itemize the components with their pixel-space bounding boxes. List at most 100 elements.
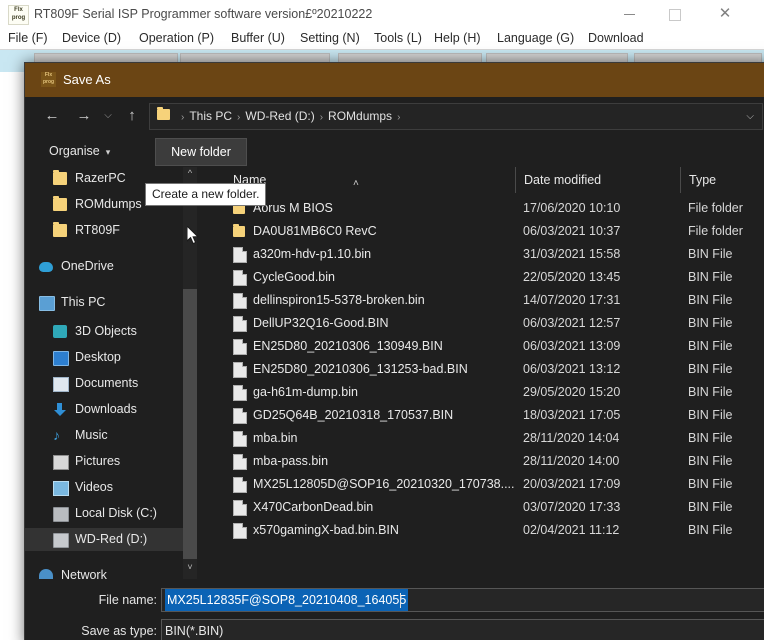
tree-item-pictures[interactable]: Pictures <box>25 450 197 473</box>
breadcrumb-item-wd-red-d-[interactable]: WD-Red (D:) <box>245 109 314 123</box>
menu-item-operation[interactable]: Operation (P) <box>139 28 214 49</box>
date-modified-cell: 14/07/2020 17:31 <box>523 293 621 307</box>
maximize-icon <box>669 8 681 21</box>
column-header-type[interactable]: Type <box>680 167 764 193</box>
tree-scroll-down-icon[interactable]: ˅ <box>183 559 197 575</box>
file-name-cell: mba-pass.bin <box>253 454 329 468</box>
tree-scroll-up-icon[interactable]: ^ <box>183 165 197 181</box>
close-button[interactable]: ✕ <box>702 0 748 28</box>
file-name-cell: mba.bin <box>253 431 298 445</box>
menu-item-buffer[interactable]: Buffer (U) <box>231 28 285 49</box>
type-cell: BIN File <box>688 362 733 376</box>
tree-item-this-pc[interactable]: This PC <box>25 291 197 314</box>
menu-item-help[interactable]: Help (H) <box>434 28 481 49</box>
table-row[interactable]: ga-h61m-dump.bin 29/05/2020 15:20 BIN File <box>205 381 764 404</box>
navigation-bar: ← → ⌵ ↑ › This PC › WD-Red (D:) › ROMdumps › ⌵ <box>25 97 764 135</box>
table-row[interactable]: EN25D80_20210306_131253-bad.BIN 06/03/202… <box>205 358 764 381</box>
file-name-input[interactable]: MX25L12835F@SOP8_20210408_164055 <box>161 588 764 612</box>
menu-item-tools[interactable]: Tools (L) <box>374 28 422 49</box>
tree-item-videos[interactable]: Videos <box>25 476 197 499</box>
type-cell: BIN File <box>688 247 733 261</box>
menu-item-device[interactable]: Device (D) <box>62 28 121 49</box>
table-row[interactable]: dellinspiron15-5378-broken.bin 14/07/2020… <box>205 289 764 312</box>
type-cell: File folder <box>688 201 743 215</box>
menu-item-setting[interactable]: Setting (N) <box>300 28 360 49</box>
file-name-cell: dellinspiron15-5378-broken.bin <box>253 293 425 307</box>
maximize-button[interactable] <box>652 0 698 28</box>
tree-item-desktop[interactable]: Desktop <box>25 346 197 369</box>
table-row[interactable]: DellUP32Q16-Good.BIN 06/03/2021 12:57 BIN … <box>205 312 764 335</box>
tree-item-downloads[interactable]: Downloads <box>25 398 197 421</box>
table-row[interactable]: X470CarbonDead.bin 03/07/2020 17:33 BIN Fi… <box>205 496 764 519</box>
sort-ascending-icon: ˄ <box>353 178 359 189</box>
tree-item-rt809f[interactable]: RT809F <box>25 219 197 242</box>
file-name-value: MX25L12835F@SOP8_20210408_164055 <box>165 589 409 611</box>
table-row[interactable]: MX25L12805D@SOP16_20210320_170738.... 20/… <box>205 473 764 496</box>
back-button[interactable]: ← <box>41 105 63 127</box>
save-as-type-value: BIN(*.BIN) <box>165 624 224 638</box>
menu-item-file[interactable]: File (F) <box>8 28 48 49</box>
network-drive-icon <box>53 533 69 548</box>
tree-scrollbar-thumb[interactable] <box>183 289 197 559</box>
tree-item-music[interactable]: ♪ Music <box>25 424 197 447</box>
folder-icon <box>53 222 67 237</box>
organise-button[interactable]: Organise ▾ <box>49 139 110 163</box>
date-modified-cell: 20/03/2021 17:09 <box>523 477 621 491</box>
tree-item-local-disk-c[interactable]: Local Disk (C:) <box>25 502 197 525</box>
save-as-type-label: Save as type: <box>81 624 157 638</box>
forward-button[interactable]: → <box>73 105 95 127</box>
recent-locations-chevron-icon[interactable]: ⌵ <box>99 105 117 127</box>
tree-item-label: Videos <box>75 480 113 494</box>
new-folder-button[interactable]: New folder <box>155 138 247 166</box>
breadcrumb-separator: › <box>237 112 241 123</box>
table-row[interactable]: x570gamingX-bad.bin.BIN 02/04/2021 11:12 B… <box>205 519 764 542</box>
new-folder-tooltip: Create a new folder. <box>145 183 267 206</box>
breadcrumb-item-romdumps[interactable]: ROMdumps <box>328 109 392 123</box>
dialog-icon-text-top: Flx <box>44 72 53 78</box>
file-icon <box>233 385 247 401</box>
date-modified-cell: 06/03/2021 13:12 <box>523 362 621 376</box>
file-name-cell: DellUP32Q16-Good.BIN <box>253 316 389 330</box>
tree-item-wd-red-d[interactable]: WD-Red (D:) <box>25 528 197 551</box>
tree-item-label: Local Disk (C:) <box>75 506 157 520</box>
dialog-icon-text-bottom: prog <box>42 79 55 85</box>
tree-item-documents[interactable]: Documents <box>25 372 197 395</box>
tree-item-label: This PC <box>61 295 106 309</box>
save-as-type-select[interactable]: BIN(*.BIN) <box>161 619 764 640</box>
date-modified-cell: 28/11/2020 14:00 <box>523 454 620 468</box>
dialog-title: Save As <box>63 72 111 87</box>
table-row[interactable]: a320m-hdv-p1.10.bin 31/03/2021 15:58 BIN F… <box>205 243 764 266</box>
file-name-cell: EN25D80_20210306_131253-bad.BIN <box>253 362 468 376</box>
file-icon <box>233 500 247 516</box>
tree-item-label: Downloads <box>75 402 137 416</box>
app-title: RT809F Serial ISP Programmer software ve… <box>34 7 373 21</box>
table-row[interactable]: GD25Q64B_20210318_170537.BIN 18/03/2021 1… <box>205 404 764 427</box>
column-header-date-modified[interactable]: Date modified <box>515 167 680 193</box>
table-row[interactable]: mba.bin 28/11/2020 14:04 BIN File <box>205 427 764 450</box>
table-row[interactable]: DA0U81MB6C0 RevC 06/03/2021 10:37 File fol… <box>205 220 764 243</box>
date-modified-cell: 29/05/2020 15:20 <box>523 385 621 399</box>
up-button[interactable]: ↑ <box>121 105 143 127</box>
minimize-button[interactable] <box>606 0 652 28</box>
address-bar[interactable]: › This PC › WD-Red (D:) › ROMdumps › ⌵ <box>149 103 763 130</box>
app-icon-text-bottom: prog <box>11 15 26 21</box>
menu-item-download[interactable]: Download <box>588 28 644 49</box>
close-icon: ✕ <box>718 5 732 22</box>
breadcrumb-item-this-pc[interactable]: This PC <box>189 109 232 123</box>
app-titlebar: Flx prog RT809F Serial ISP Programmer so… <box>0 0 764 29</box>
table-row[interactable]: CycleGood.bin 22/05/2020 13:45 BIN File <box>205 266 764 289</box>
file-name-cell: MX25L12805D@SOP16_20210320_170738.... <box>253 477 515 491</box>
chevron-down-icon[interactable]: ⌵ <box>746 104 754 129</box>
table-row[interactable]: EN25D80_20210306_130949.BIN 06/03/2021 13… <box>205 335 764 358</box>
tree-item-network[interactable]: Network <box>25 564 197 579</box>
tree-item-onedrive[interactable]: OneDrive <box>25 255 197 278</box>
menu-item-language[interactable]: Language (G) <box>497 28 574 49</box>
tree-item-3d-objects[interactable]: 3D Objects <box>25 320 197 343</box>
dialog-body: RazerPC ROMdumps RT809F OneDrive This PC 3D O… <box>25 167 764 579</box>
breadcrumb-separator: › <box>397 112 401 123</box>
date-modified-cell: 18/03/2021 17:05 <box>523 408 621 422</box>
file-icon <box>233 408 247 424</box>
screen-root: Flx prog RT809F Serial ISP Programmer so… <box>0 0 764 640</box>
table-row[interactable]: Aorus M BIOS 17/06/2020 10:10 File folder <box>205 197 764 220</box>
table-row[interactable]: mba-pass.bin 28/11/2020 14:00 BIN File <box>205 450 764 473</box>
